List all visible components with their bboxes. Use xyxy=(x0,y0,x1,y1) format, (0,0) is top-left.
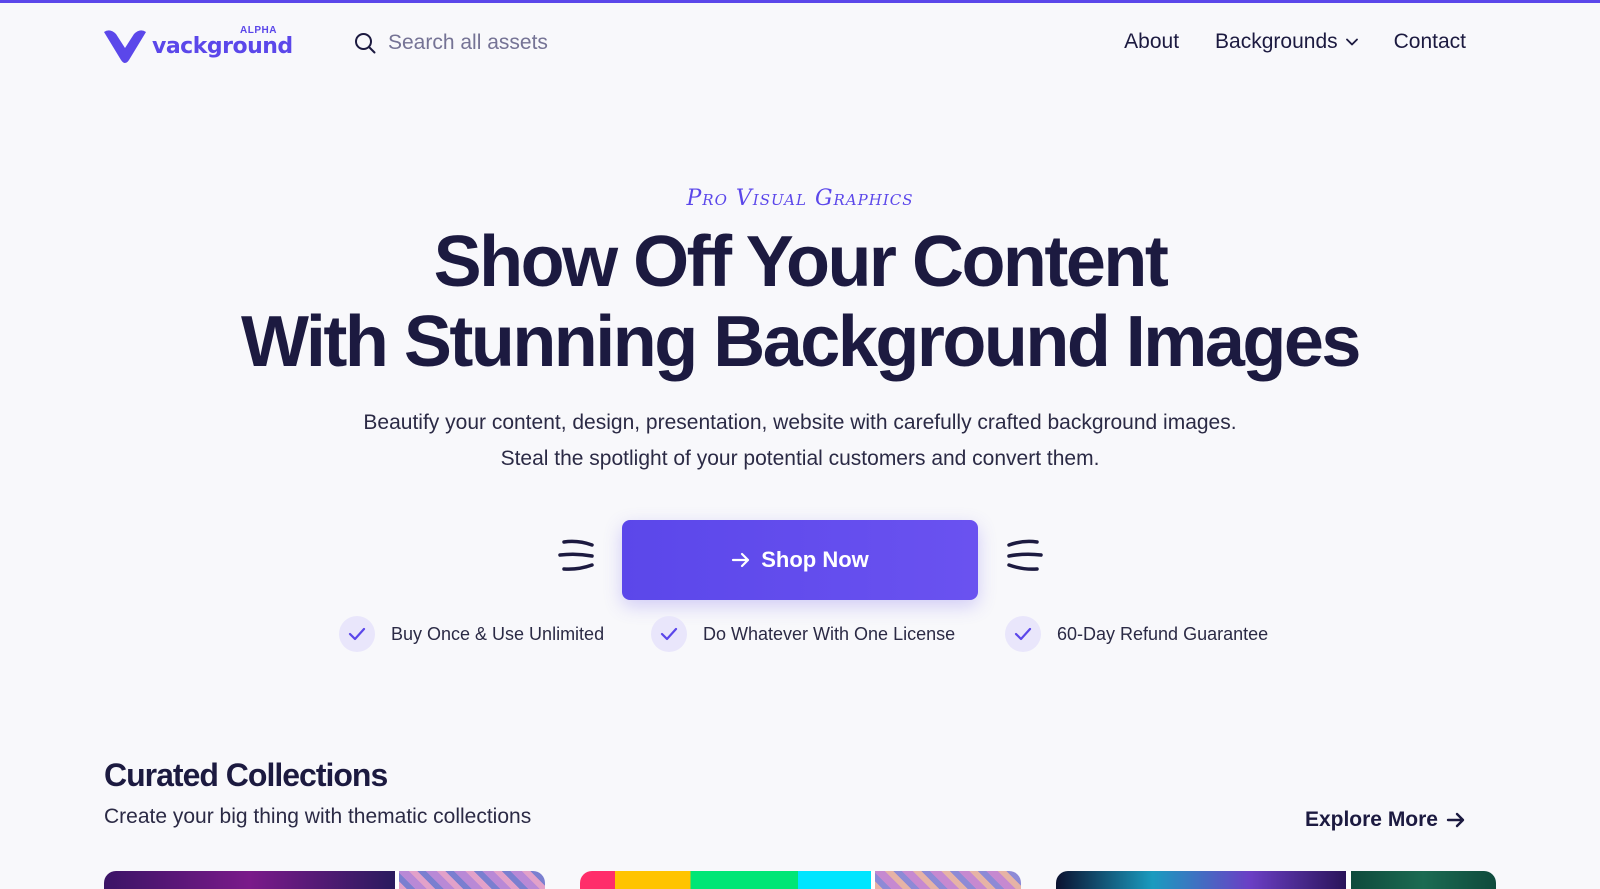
search-icon[interactable] xyxy=(354,32,376,54)
feature-label: Buy Once & Use Unlimited xyxy=(391,623,605,644)
section-subtitle: Create your big thing with thematic coll… xyxy=(104,805,532,828)
hero-title-line1: Show Off Your Content xyxy=(433,222,1169,302)
card-preview-image xyxy=(1056,871,1347,889)
collection-card[interactable] xyxy=(1056,871,1496,889)
nav-backgrounds-label: Backgrounds xyxy=(1215,30,1338,53)
search-bar xyxy=(354,31,688,55)
collection-card[interactable] xyxy=(104,871,545,889)
feature-item: 60-Day Refund Guarantee xyxy=(1005,616,1268,652)
cta-area: Shop Now xyxy=(0,520,1600,600)
hero-subtitle-line2: Steal the spotlight of your potential cu… xyxy=(500,447,1100,470)
feature-list: Buy Once & Use Unlimited Do Whatever Wit… xyxy=(0,616,1600,656)
logo-v-icon xyxy=(104,30,146,63)
feature-item: Do Whatever With One License xyxy=(651,616,955,652)
nav-contact[interactable]: Contact xyxy=(1394,30,1466,54)
collection-card[interactable] xyxy=(580,871,1021,889)
hero-subtitle-line1: Beautify your content, design, presentat… xyxy=(363,411,1237,434)
logo[interactable]: vackground ALPHA xyxy=(102,25,293,65)
check-icon xyxy=(651,616,687,652)
check-icon xyxy=(1005,616,1041,652)
arrow-right-icon xyxy=(731,551,751,569)
main-nav: About Backgrounds Contact xyxy=(1124,30,1466,54)
site-header: vackground ALPHA About Backgrounds Conta… xyxy=(0,3,1600,83)
nav-about[interactable]: About xyxy=(1124,30,1179,54)
hero-eyebrow: Pro Visual Graphics xyxy=(686,186,914,211)
chevron-down-icon xyxy=(1345,38,1358,46)
feature-item: Buy Once & Use Unlimited xyxy=(339,616,604,652)
shop-now-label: Shop Now xyxy=(761,547,869,572)
shop-now-button[interactable]: Shop Now xyxy=(622,520,978,600)
feature-label: Do Whatever With One License xyxy=(703,623,956,644)
nav-backgrounds[interactable]: Backgrounds xyxy=(1215,30,1358,54)
hero-subtitle: Beautify your content, design, presentat… xyxy=(0,405,1600,477)
search-input[interactable] xyxy=(388,31,688,55)
card-preview-image xyxy=(875,871,1021,889)
explore-more-label: Explore More xyxy=(1304,808,1438,831)
card-preview-image xyxy=(580,871,872,889)
sparkle-lines-icon xyxy=(1007,539,1043,571)
sparkle-lines-icon xyxy=(558,539,594,571)
card-preview-image xyxy=(399,871,545,889)
alpha-badge: ALPHA xyxy=(240,25,277,36)
check-icon xyxy=(339,616,375,652)
explore-more-link[interactable]: Explore More xyxy=(1305,808,1466,832)
feature-label: 60-Day Refund Guarantee xyxy=(1057,623,1269,644)
hero-title-line2: With Stunning Background Images xyxy=(241,302,1361,382)
arrow-right-icon xyxy=(1446,811,1466,829)
card-preview-image xyxy=(1350,871,1496,889)
card-preview-image xyxy=(104,871,396,889)
hero-title: Show Off Your Content With Stunning Back… xyxy=(0,222,1600,382)
section-title: Curated Collections xyxy=(104,757,388,793)
logo-wordmark: vackground xyxy=(152,33,293,59)
